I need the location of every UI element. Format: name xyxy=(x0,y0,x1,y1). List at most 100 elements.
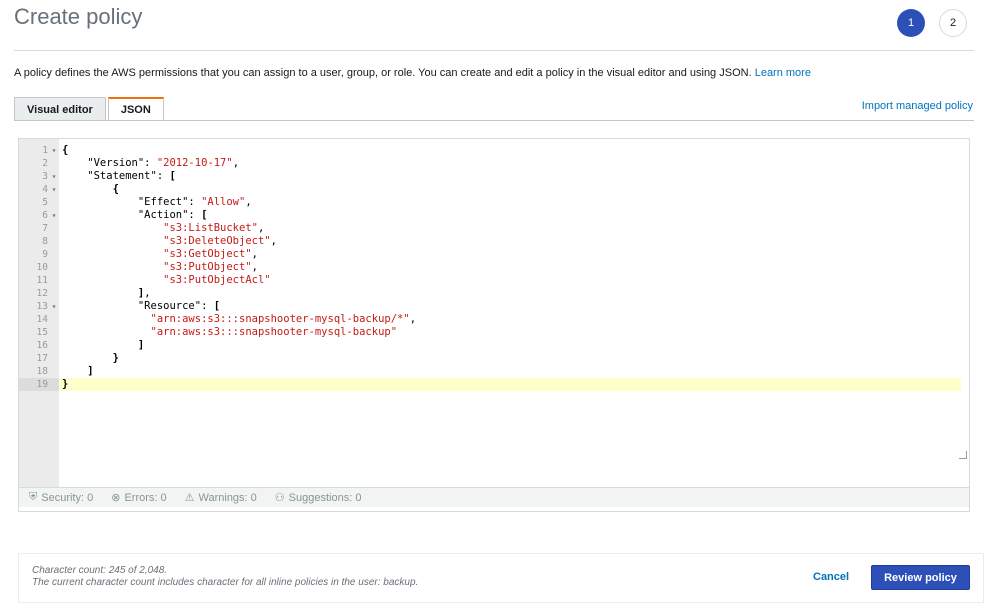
code-token: { xyxy=(62,144,69,156)
code-line[interactable]: 9 "s3:GetObject", xyxy=(19,248,969,261)
code-token: , xyxy=(251,261,258,273)
code-token: ] xyxy=(62,365,94,377)
import-managed-policy-link[interactable]: Import managed policy xyxy=(862,100,973,112)
code-text: "Effect": "Allow", xyxy=(60,196,961,209)
line-number: 10 xyxy=(36,262,48,273)
code-token: ] xyxy=(62,339,145,351)
learn-more-link[interactable]: Learn more xyxy=(755,67,811,79)
resize-handle[interactable] xyxy=(959,451,967,459)
code-token: [ xyxy=(169,170,176,182)
code-line[interactable]: 7 "s3:ListBucket", xyxy=(19,222,969,235)
code-token: "Statement": xyxy=(62,170,170,182)
description-text: A policy defines the AWS permissions tha… xyxy=(14,67,752,79)
code-text: "Version": "2012-10-17", xyxy=(60,157,961,170)
code-line[interactable]: 10 "s3:PutObject", xyxy=(19,261,969,274)
code-text: "arn:aws:s3:::snapshooter-mysql-backup" xyxy=(60,326,961,339)
code-line[interactable]: 15 "arn:aws:s3:::snapshooter-mysql-backu… xyxy=(19,326,969,339)
code-token: } xyxy=(62,378,69,390)
lint-warnings[interactable]: ⚠ Warnings: 0 xyxy=(185,491,257,505)
code-line[interactable]: 6 ▾ "Action": [ xyxy=(19,209,969,222)
code-line[interactable]: 19} xyxy=(19,378,969,391)
code-token: } xyxy=(62,352,119,364)
lint-warnings-label: Warnings: 0 xyxy=(198,491,257,504)
code-token: ] xyxy=(62,287,145,299)
code-line[interactable]: 5 "Effect": "Allow", xyxy=(19,196,969,209)
code-line[interactable]: 4 ▾ { xyxy=(19,183,969,196)
json-code-editor[interactable]: 1 ▾{2 "Version": "2012-10-17", 3 ▾ "Stateme… xyxy=(19,139,969,487)
error-icon: ⊗ xyxy=(111,492,121,504)
shield-icon: ⛨ xyxy=(29,491,38,503)
line-number: 18 xyxy=(36,366,48,377)
code-line[interactable]: 11 "s3:PutObjectAcl" xyxy=(19,274,969,287)
code-line[interactable]: 17 } xyxy=(19,352,969,365)
code-token: , xyxy=(144,287,151,299)
wizard-steps: 1 2 xyxy=(897,9,967,37)
lint-suggestions-label: Suggestions: 0 xyxy=(288,491,362,504)
line-number: 15 xyxy=(36,327,48,338)
title-divider xyxy=(14,50,974,51)
code-token: , xyxy=(245,196,252,208)
code-string-token: "s3:GetObject" xyxy=(62,248,252,260)
line-number: 14 xyxy=(36,314,48,325)
lint-suggestions[interactable]: ⚇ Suggestions: 0 xyxy=(274,491,362,505)
lint-errors[interactable]: ⊗ Errors: 0 xyxy=(111,491,166,505)
step-1-indicator: 1 xyxy=(897,9,925,37)
character-count-hint: The current character count includes cha… xyxy=(32,577,419,588)
code-token: "Version": xyxy=(62,157,157,169)
code-text: "Resource": [ xyxy=(60,300,961,313)
code-token: "Effect": xyxy=(62,196,202,208)
code-text: ], xyxy=(60,287,961,300)
code-text: "s3:DeleteObject", xyxy=(60,235,961,248)
code-string-token: "s3:PutObjectAcl" xyxy=(62,274,271,286)
code-line[interactable]: 16 ] xyxy=(19,339,969,352)
code-string-token: "2012-10-17" xyxy=(156,157,233,169)
code-token: { xyxy=(62,183,119,195)
code-line[interactable]: 3 ▾ "Statement": [ xyxy=(19,170,969,183)
code-text: "s3:PutObject", xyxy=(60,261,961,274)
code-string-token: "arn:aws:s3:::snapshooter-mysql-backup" xyxy=(62,326,398,338)
code-text: "Action": [ xyxy=(60,209,961,222)
policy-lint-bar: ⛨ Security: 0 ⊗ Errors: 0 ⚠ Warnings: 0 … xyxy=(19,487,969,507)
line-number: 16 xyxy=(36,340,48,351)
code-text: "s3:ListBucket", xyxy=(60,222,961,235)
code-string-token: "Allow" xyxy=(201,196,246,208)
code-token: "Resource": xyxy=(62,300,214,312)
code-string-token: "s3:PutObject" xyxy=(62,261,252,273)
code-line[interactable]: 1 ▾{ xyxy=(19,144,969,157)
code-line[interactable]: 12 ], xyxy=(19,287,969,300)
code-line[interactable]: 2 "Version": "2012-10-17", xyxy=(19,157,969,170)
line-number: 11 xyxy=(36,275,48,286)
lint-security[interactable]: ⛨ Security: 0 xyxy=(29,491,93,504)
code-line[interactable]: 13 ▾ "Resource": [ xyxy=(19,300,969,313)
tab-json[interactable]: JSON xyxy=(107,97,164,121)
page-title: Create policy xyxy=(14,4,143,29)
policy-description: A policy defines the AWS permissions tha… xyxy=(14,67,811,79)
fold-toggle-icon[interactable]: ▾ xyxy=(50,144,58,157)
code-token: , xyxy=(232,157,240,169)
code-text: "arn:aws:s3:::snapshooter-mysql-backup/*… xyxy=(60,313,961,326)
editor-tabs: Visual editor JSON xyxy=(14,97,166,121)
code-text: "s3:GetObject", xyxy=(60,248,961,261)
code-text: "Statement": [ xyxy=(60,170,961,183)
review-policy-button[interactable]: Review policy xyxy=(871,565,970,590)
code-lines: 1 ▾{2 "Version": "2012-10-17", 3 ▾ "Stateme… xyxy=(19,144,969,391)
fold-toggle-icon[interactable]: ▾ xyxy=(50,300,58,313)
code-line[interactable]: 8 "s3:DeleteObject", xyxy=(19,235,969,248)
line-number: 17 xyxy=(36,353,48,364)
code-line[interactable]: 14 "arn:aws:s3:::snapshooter-mysql-backu… xyxy=(19,313,969,326)
code-string-token: "s3:ListBucket" xyxy=(62,222,258,234)
cancel-button[interactable]: Cancel xyxy=(813,571,849,583)
fold-toggle-icon[interactable]: ▾ xyxy=(50,209,58,222)
json-editor-panel: 1 ▾{2 "Version": "2012-10-17", 3 ▾ "Stateme… xyxy=(18,138,970,512)
fold-toggle-icon[interactable]: ▾ xyxy=(50,170,58,183)
code-token: , xyxy=(270,235,277,247)
code-token: , xyxy=(257,222,265,234)
lightbulb-icon: ⚇ xyxy=(274,492,285,504)
fold-toggle-icon[interactable]: ▾ xyxy=(50,183,58,196)
code-text: ] xyxy=(60,365,961,378)
code-token: [ xyxy=(213,300,221,312)
code-string-token: "s3:DeleteObject" xyxy=(62,235,271,247)
tab-visual-editor[interactable]: Visual editor xyxy=(14,97,106,121)
code-line[interactable]: 18 ] xyxy=(19,365,969,378)
line-number: 12 xyxy=(36,288,48,299)
